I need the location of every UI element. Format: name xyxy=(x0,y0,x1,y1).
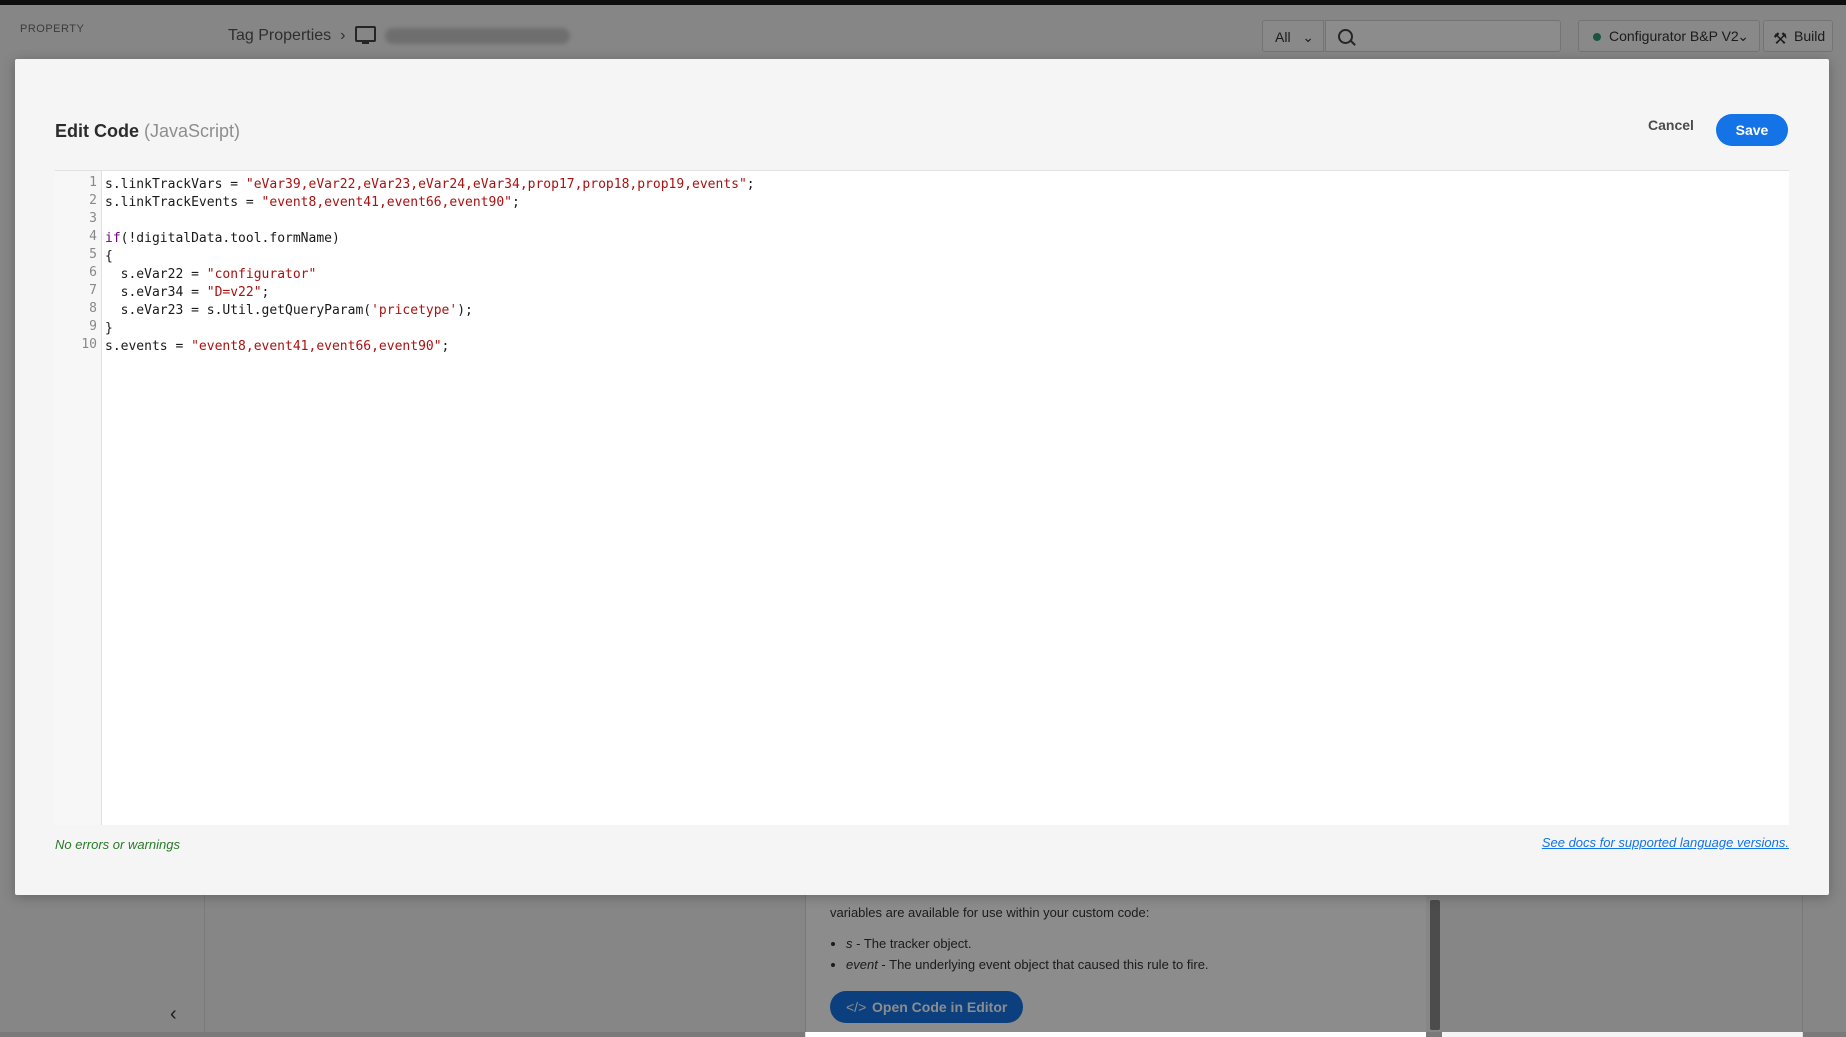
code-string: 'pricetype' xyxy=(371,303,458,318)
validation-status: No errors or warnings xyxy=(55,837,180,852)
code-string: "event8,event41,event66,event90" xyxy=(191,339,442,354)
code-line-4: if(!digitalData.tool.formName) xyxy=(105,231,340,246)
dialog-title-text: Edit Code xyxy=(55,121,139,141)
line-number-gutter: 1 2 3 4 5 6 7 8 9 10 xyxy=(55,171,102,825)
line-number: 9 xyxy=(89,319,97,334)
save-button[interactable]: Save xyxy=(1716,114,1788,146)
code-token: s.events = xyxy=(105,339,192,354)
code-line-7: s.eVar34 = "D=v22"; xyxy=(105,285,270,300)
edit-code-dialog: Edit Code (JavaScript) Cancel Save 1 2 3… xyxy=(15,59,1829,895)
code-token: s.linkTrackEvents = xyxy=(105,195,262,210)
line-number: 2 xyxy=(89,193,97,208)
code-token: ; xyxy=(261,285,270,300)
code-token: s.eVar22 = xyxy=(105,267,207,282)
code-token: s.eVar34 = xyxy=(105,285,207,300)
code-line-5: { xyxy=(105,249,113,264)
code-editor[interactable]: 1 2 3 4 5 6 7 8 9 10 s.linkTrackVars = "… xyxy=(55,170,1789,825)
line-number: 1 xyxy=(89,175,97,190)
code-token: s.linkTrackVars = xyxy=(105,177,246,192)
code-token: ; xyxy=(746,177,755,192)
line-number: 7 xyxy=(89,283,97,298)
line-number: 6 xyxy=(89,265,97,280)
code-line-1: s.linkTrackVars = "eVar39,eVar22,eVar23,… xyxy=(105,177,755,192)
line-number: 4 xyxy=(89,229,97,244)
code-token: s.eVar23 = s.Util.getQueryParam( xyxy=(105,303,372,318)
code-string: "D=v22" xyxy=(206,285,262,300)
code-line-10: s.events = "event8,event41,event66,event… xyxy=(105,339,449,354)
code-line-8: s.eVar23 = s.Util.getQueryParam('pricety… xyxy=(105,303,473,318)
code-line-6: s.eVar22 = "configurator" xyxy=(105,267,317,282)
line-number: 3 xyxy=(89,211,97,226)
dialog-title: Edit Code (JavaScript) xyxy=(55,121,240,142)
code-token: (!digitalData.tool.formName) xyxy=(120,231,340,246)
docs-link[interactable]: See docs for supported language versions… xyxy=(1542,835,1789,850)
line-number: 5 xyxy=(89,247,97,262)
code-keyword: if xyxy=(105,231,121,246)
code-string: "eVar39,eVar22,eVar23,eVar24,eVar34,prop… xyxy=(245,177,747,192)
code-string: "configurator" xyxy=(206,267,317,282)
code-line-2: s.linkTrackEvents = "event8,event41,even… xyxy=(105,195,520,210)
code-token: ); xyxy=(457,303,473,318)
dialog-language: (JavaScript) xyxy=(144,121,241,141)
line-number: 10 xyxy=(81,337,97,352)
code-string: "event8,event41,event66,event90" xyxy=(261,195,512,210)
code-token: ; xyxy=(512,195,520,210)
code-line-9: } xyxy=(105,321,113,336)
line-number: 8 xyxy=(89,301,97,316)
cancel-button[interactable]: Cancel xyxy=(1626,109,1716,141)
code-token: ; xyxy=(441,339,450,354)
